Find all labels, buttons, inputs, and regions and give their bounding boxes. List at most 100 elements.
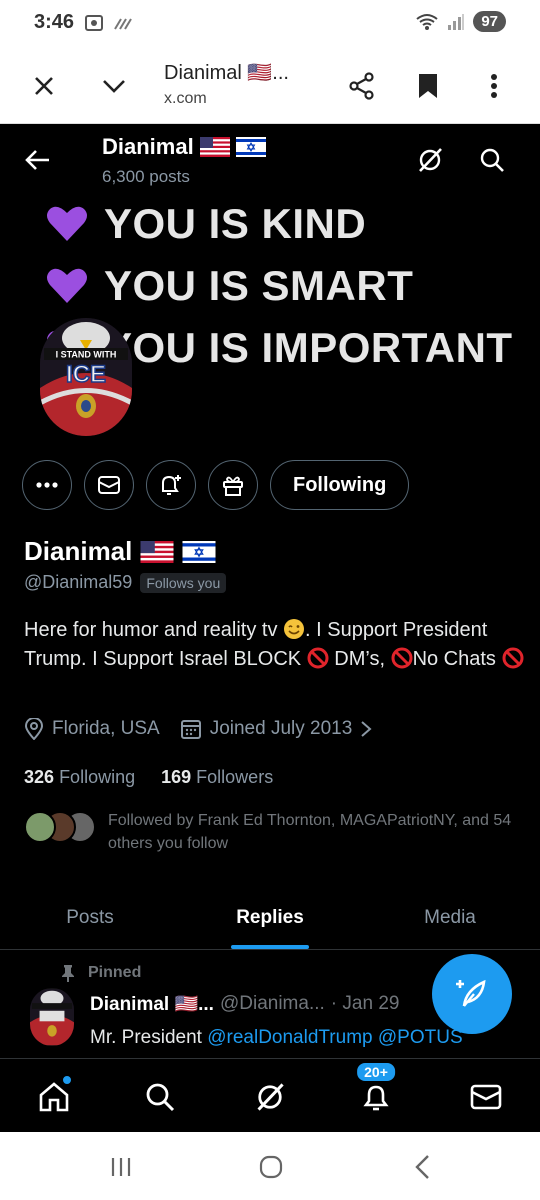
signal-slash-icon <box>114 18 132 30</box>
bell-icon <box>363 1085 389 1111</box>
calendar-icon <box>180 720 201 739</box>
message-button[interactable] <box>84 460 134 510</box>
ice-avatar-image: I STAND WITH ICE <box>40 318 132 436</box>
profile-stats: 326 Following 169 Followers <box>24 767 273 788</box>
tab-posts[interactable]: Posts <box>0 886 180 949</box>
post-date: · Jan 29 <box>330 993 400 1014</box>
arrow-left-icon <box>25 150 49 170</box>
profile-avatar[interactable]: I STAND WITH ICE <box>40 318 132 436</box>
svg-text:I STAND WITH: I STAND WITH <box>56 350 117 360</box>
notify-button[interactable] <box>146 460 196 510</box>
gift-icon <box>223 476 243 496</box>
profile-actions: Following <box>22 460 410 510</box>
grok-button[interactable] <box>412 142 448 178</box>
prohibited-icon <box>391 647 413 669</box>
chevron-left-icon <box>415 1155 429 1179</box>
post-author-avatar[interactable] <box>30 988 74 1046</box>
android-nav-bar <box>0 1132 540 1200</box>
more-button[interactable] <box>22 460 72 510</box>
followed-by-text: Followed by Frank Ed Thornton, MAGAPatri… <box>108 812 512 852</box>
followers-count-link[interactable]: 169 Followers <box>161 767 273 788</box>
bookmark-button[interactable] <box>408 66 448 106</box>
us-flag-icon <box>199 137 230 157</box>
nav-messages[interactable] <box>466 1077 506 1117</box>
envelope-icon <box>98 476 120 494</box>
x-profile-page: Dianimal 6,300 posts YOU IS KIND YOU IS … <box>0 124 540 1132</box>
gift-button[interactable] <box>208 460 258 510</box>
minimize-tab-button[interactable] <box>94 66 134 106</box>
mention-link[interactable]: @realDonaldTrump <box>207 1027 372 1048</box>
profile-location: Florida, USA <box>52 718 160 739</box>
winking-face-icon <box>284 619 304 639</box>
grok-icon <box>257 1083 284 1111</box>
following-button[interactable]: Following <box>270 460 410 510</box>
recent-apps-icon <box>111 1158 131 1176</box>
mention-link[interactable]: @POTUS <box>378 1027 463 1048</box>
search-button[interactable] <box>474 142 510 178</box>
close-tab-button[interactable] <box>24 66 64 106</box>
search-icon <box>480 148 504 172</box>
more-vertical-icon <box>491 74 497 98</box>
purple-heart-icon <box>47 268 87 303</box>
us-flag-icon <box>140 540 174 563</box>
share-button[interactable] <box>342 66 382 106</box>
screenshot-icon <box>85 15 103 31</box>
profile-top-nav: Dianimal 6,300 posts <box>0 124 540 196</box>
status-time: 3:46 <box>34 11 75 33</box>
profile-meta: Florida, USA Joined July 2013 <box>24 718 372 740</box>
bookmark-icon <box>419 74 437 98</box>
location-pin-icon <box>24 718 44 740</box>
active-tab-indicator <box>231 945 309 949</box>
banner-line-3: YOU IS IMPORTANT <box>104 324 513 371</box>
banner-line-2: YOU IS SMART <box>104 262 414 309</box>
nav-profile-name: Dianimal <box>102 134 266 160</box>
home-circle-icon <box>259 1155 283 1179</box>
prohibited-icon <box>502 647 523 669</box>
share-icon <box>349 72 374 100</box>
profile-bio: Here for humor and reality tv . I Suppor… <box>24 616 524 674</box>
chevron-down-icon <box>103 80 125 93</box>
profile-joined: Joined July 2013 <box>209 718 353 739</box>
browser-toolbar: Dianimal 🇺🇸... x.com <box>0 46 540 124</box>
israel-flag-icon <box>182 540 216 563</box>
more-horizontal-icon <box>36 482 58 488</box>
search-icon <box>146 1083 175 1112</box>
tab-media[interactable]: Media <box>360 886 540 949</box>
grok-icon <box>419 148 442 172</box>
nav-explore[interactable] <box>140 1077 180 1117</box>
svg-text:ICE: ICE <box>66 361 106 388</box>
ice-avatar-image <box>30 988 74 1046</box>
profile-handle: @Dianimal59 <box>24 572 133 592</box>
follower-avatar <box>24 811 56 843</box>
bottom-nav: 20+ <box>0 1058 540 1132</box>
nav-home[interactable] <box>34 1075 74 1117</box>
follows-you-badge: Follows you <box>140 572 227 593</box>
nav-notifications[interactable]: 20+ <box>355 1061 397 1117</box>
home-button[interactable] <box>256 1152 286 1182</box>
following-count-link[interactable]: 326 Following <box>24 767 135 788</box>
envelope-icon <box>470 1084 502 1110</box>
nav-posts-count: 6,300 posts <box>102 167 190 186</box>
compose-post-button[interactable] <box>432 954 512 1034</box>
pinned-label: Pinned <box>88 964 142 981</box>
banner-line-1: YOU IS KIND <box>104 200 367 247</box>
notification-count-badge: 20+ <box>355 1061 397 1083</box>
tab-replies[interactable]: Replies <box>180 886 360 949</box>
battery-level: 97 <box>473 11 506 32</box>
recent-apps-button[interactable] <box>106 1152 136 1182</box>
post-author-name: Dianimal 🇺🇸... <box>90 994 214 1015</box>
prohibited-icon <box>307 647 329 669</box>
close-icon <box>35 77 53 95</box>
back-button[interactable] <box>20 142 56 178</box>
profile-name: Dianimal <box>24 536 216 567</box>
nav-grok[interactable] <box>250 1077 290 1117</box>
post-author-handle: @Dianima... <box>219 993 325 1014</box>
pin-icon <box>62 965 74 982</box>
joined-date-link[interactable]: Joined July 2013 <box>180 718 373 740</box>
chevron-right-icon <box>361 721 372 737</box>
feather-plus-icon <box>456 979 486 1007</box>
system-back-button[interactable] <box>408 1152 438 1182</box>
more-options-button[interactable] <box>474 66 514 106</box>
home-icon <box>39 1082 69 1112</box>
israel-flag-icon <box>235 137 266 157</box>
